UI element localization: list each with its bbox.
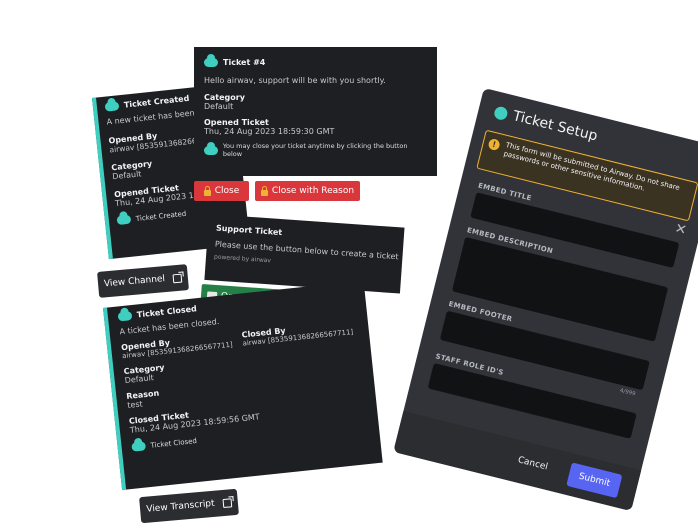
external-link-icon [172,273,183,283]
close-with-reason-button[interactable]: Close with Reason [255,181,360,201]
ticket-4-card: Ticket #4 Hello airwav, support will be … [194,47,437,176]
bot-avatar [493,104,509,121]
category-label: Category [204,93,245,102]
view-transcript-label: View Transcript [146,498,216,515]
embed-title: Ticket #4 [223,58,266,67]
footer-counter: 4/999 [619,387,637,398]
opened-ticket-label: Opened Ticket [204,118,269,127]
cloud-icon [204,54,218,67]
ticket-closed-card: Ticket Closed A ticket has been closed. … [103,280,383,490]
support-ticket-card: Support Ticket Please use the button bel… [204,214,405,294]
view-channel-label: View Channel [103,274,166,290]
embed-title: Ticket Created [123,93,190,110]
cloud-icon [104,101,120,112]
cloud-icon [117,311,133,322]
external-link-icon [222,497,232,508]
embed-title: Ticket Closed [136,304,198,320]
opened-ticket-value: Thu, 24 Aug 2023 18:59:30 GMT [204,127,335,136]
lock-icon [203,185,211,196]
greeting-text: Hello airwav, support will be with you s… [204,76,386,85]
cloud-icon [204,141,218,155]
close-with-reason-label: Close with Reason [271,186,355,196]
close-icon[interactable]: ✕ [673,221,688,239]
embed-footer: You may close your ticket anytime by cli… [222,142,408,158]
embed-footer: Ticket Created [135,209,187,223]
cloud-icon [116,214,132,226]
lock-icon [260,185,268,196]
close-button[interactable]: Close [194,181,249,201]
embed-footer: Ticket Closed [150,436,198,450]
close-label: Close [214,186,240,196]
warning-icon: ! [487,137,501,152]
cloud-icon [131,441,147,452]
category-value: Default [204,102,234,111]
view-channel-button[interactable]: View Channel [97,264,189,298]
ticket-setup-modal: Ticket Setup ✕ ! This form will be submi… [393,87,698,512]
view-transcript-button[interactable]: View Transcript [139,488,239,524]
warning-text: This form will be submitted to Airway. D… [502,141,681,193]
